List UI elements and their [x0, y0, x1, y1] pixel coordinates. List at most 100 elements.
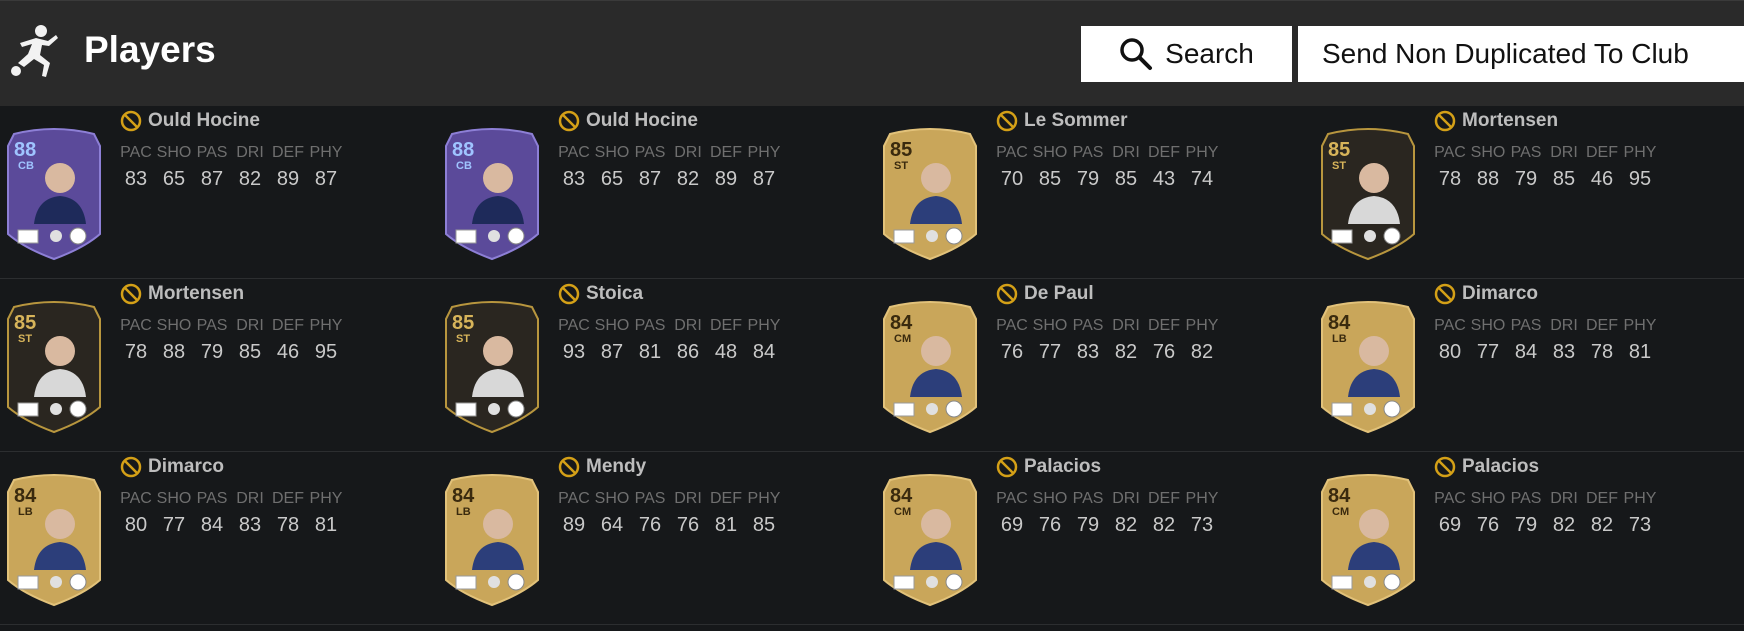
stat-pac: PAC 80	[1431, 317, 1469, 364]
card-position: LB	[18, 506, 33, 518]
untradeable-coin-icon	[558, 283, 580, 305]
player-card[interactable]: 84 CM	[880, 299, 980, 434]
stat-value: 82	[1114, 514, 1138, 536]
player-card[interactable]: 85 ST	[442, 299, 542, 434]
stat-value: 83	[124, 168, 148, 190]
stat-value: 86	[676, 341, 700, 363]
stat-value: 83	[1552, 341, 1576, 363]
player-card[interactable]: 84 LB	[442, 472, 542, 607]
card-position: LB	[456, 506, 471, 518]
nation-flag-icon	[1331, 402, 1353, 417]
stat-label: PAS	[196, 144, 228, 161]
player-header: Palacios	[996, 454, 1101, 480]
card-rating: 85	[14, 312, 36, 334]
player-card[interactable]: 84 CM	[880, 472, 980, 607]
stat-label: SHO	[1032, 317, 1068, 334]
player-card[interactable]: 88 CB	[442, 126, 542, 261]
player-item[interactable]: 84 CM De Paul PAC 76 SHO 77 PAS 83 DRI 82 DEF 76 PHY 8…	[876, 279, 1314, 451]
search-button[interactable]: Search	[1081, 26, 1292, 82]
stat-pas: PAS 79	[1069, 144, 1107, 191]
stat-label: DEF	[1148, 317, 1180, 334]
player-name: Stoica	[586, 283, 644, 304]
player-card-image: 85ST	[883, 128, 977, 261]
stat-value: 78	[1590, 341, 1614, 363]
stat-label: DEF	[272, 144, 304, 161]
stat-label: DEF	[710, 490, 742, 507]
player-item[interactable]: 84 CM Palacios PAC 69 SHO 76 PAS 79 DRI 82 DEF 82 PHY…	[1314, 452, 1744, 624]
stat-label: DRI	[236, 317, 264, 334]
player-card[interactable]: 85 ST	[1318, 126, 1418, 261]
page-title: Players	[84, 29, 216, 70]
stat-label: DEF	[272, 317, 304, 334]
stat-phy: PHY 73	[1183, 490, 1221, 537]
stat-value: 84	[200, 514, 224, 536]
stat-label: SHO	[156, 144, 192, 161]
stat-value: 43	[1152, 168, 1176, 190]
player-row: 88 CB Ould Hocine PAC 83 SHO 65 PAS 87 DRI 82 DEF 89…	[0, 106, 1744, 279]
league-badge-icon	[926, 576, 938, 588]
stat-value: 78	[124, 341, 148, 363]
stat-value: 82	[238, 168, 262, 190]
untradeable-coin-icon	[1434, 110, 1456, 132]
club-badge-icon	[507, 227, 525, 245]
stat-label: PHY	[747, 317, 781, 334]
player-item[interactable]: 84 CM Palacios PAC 69 SHO 76 PAS 79 DRI 82 DEF 82 PHY…	[876, 452, 1314, 624]
player-card-image: 84CM	[883, 474, 977, 607]
card-rating: 84	[14, 485, 37, 507]
player-item[interactable]: 84 LB Dimarco PAC 80 SHO 77 PAS 84 DRI 83 DEF 78 PHY 8…	[0, 452, 438, 624]
stat-value: 77	[1476, 341, 1500, 363]
player-item[interactable]: 85 ST Mortensen PAC 78 SHO 88 PAS 79 DRI 85 DEF 46 PH…	[1314, 106, 1744, 278]
untradeable-coin-icon	[996, 456, 1018, 478]
player-item[interactable]: 84 LB Mendy PAC 89 SHO 64 PAS 76 DRI 76 DEF 81 PHY 85	[438, 452, 876, 624]
stat-label: SHO	[156, 317, 192, 334]
stat-label: DRI	[1112, 317, 1140, 334]
stat-value: 76	[1000, 341, 1024, 363]
player-face	[921, 336, 951, 366]
stat-value: 79	[200, 341, 224, 363]
player-name: Palacios	[1024, 456, 1102, 477]
nation-flag-icon	[893, 402, 915, 417]
card-rating: 84	[890, 312, 913, 334]
stat-def: DEF 89	[707, 144, 745, 191]
league-badge-icon	[50, 403, 62, 415]
send-to-club-button[interactable]: Send Non Duplicated To Club	[1298, 26, 1744, 82]
club-badge-icon	[1383, 400, 1401, 418]
player-name: Dimarco	[148, 456, 225, 477]
player-name: Mendy	[586, 456, 647, 477]
player-card[interactable]: 84 LB	[1318, 299, 1418, 434]
player-card[interactable]: 85 ST	[4, 299, 104, 434]
player-item[interactable]: 85 ST Le Sommer PAC 70 SHO 85 PAS 79 DRI 85 DEF 43 PH…	[876, 106, 1314, 278]
player-face	[921, 163, 951, 193]
stat-dri: DRI 82	[669, 144, 707, 191]
card-rating: 85	[890, 139, 912, 161]
stat-value: 65	[162, 168, 186, 190]
stat-label: PAC	[1434, 144, 1466, 161]
player-item[interactable]: 84 LB Dimarco PAC 80 SHO 77 PAS 84 DRI 83 DEF 78 PHY 8…	[1314, 279, 1744, 451]
league-badge-icon	[1364, 403, 1376, 415]
stat-value: 81	[638, 341, 662, 363]
stat-value: 88	[162, 341, 186, 363]
player-card[interactable]: 84 CM	[1318, 472, 1418, 607]
stat-value: 79	[1514, 514, 1538, 536]
player-item[interactable]: 88 CB Ould Hocine PAC 83 SHO 65 PAS 87 DRI 82 DEF 89…	[438, 106, 876, 278]
stat-sho: SHO 88	[1469, 144, 1507, 191]
player-item[interactable]: 88 CB Ould Hocine PAC 83 SHO 65 PAS 87 DRI 82 DEF 89…	[0, 106, 438, 278]
stat-label: PAS	[634, 317, 666, 334]
stat-pas: PAS 84	[193, 490, 231, 537]
player-card[interactable]: 84 LB	[4, 472, 104, 607]
player-card[interactable]: 88 CB	[4, 126, 104, 261]
stat-label: DRI	[674, 144, 702, 161]
stat-value: 87	[638, 168, 662, 190]
stat-def: DEF 46	[1583, 144, 1621, 191]
club-badge-icon	[507, 400, 525, 418]
stat-value: 95	[314, 341, 338, 363]
player-item[interactable]: 85 ST Stoica PAC 93 SHO 87 PAS 81 DRI 86 DEF 48 PHY 84	[438, 279, 876, 451]
stat-value: 87	[600, 341, 624, 363]
stat-value: 78	[276, 514, 300, 536]
player-card[interactable]: 85 ST	[880, 126, 980, 261]
player-item[interactable]: 85 ST Mortensen PAC 78 SHO 88 PAS 79 DRI 85 DEF 46 PH…	[0, 279, 438, 451]
player-header: Ould Hocine	[120, 108, 260, 134]
stat-label: DRI	[674, 317, 702, 334]
player-card-image: 85ST	[445, 301, 539, 434]
player-list: 88 CB Ould Hocine PAC 83 SHO 65 PAS 87 DRI 82 DEF 89…	[0, 106, 1744, 625]
